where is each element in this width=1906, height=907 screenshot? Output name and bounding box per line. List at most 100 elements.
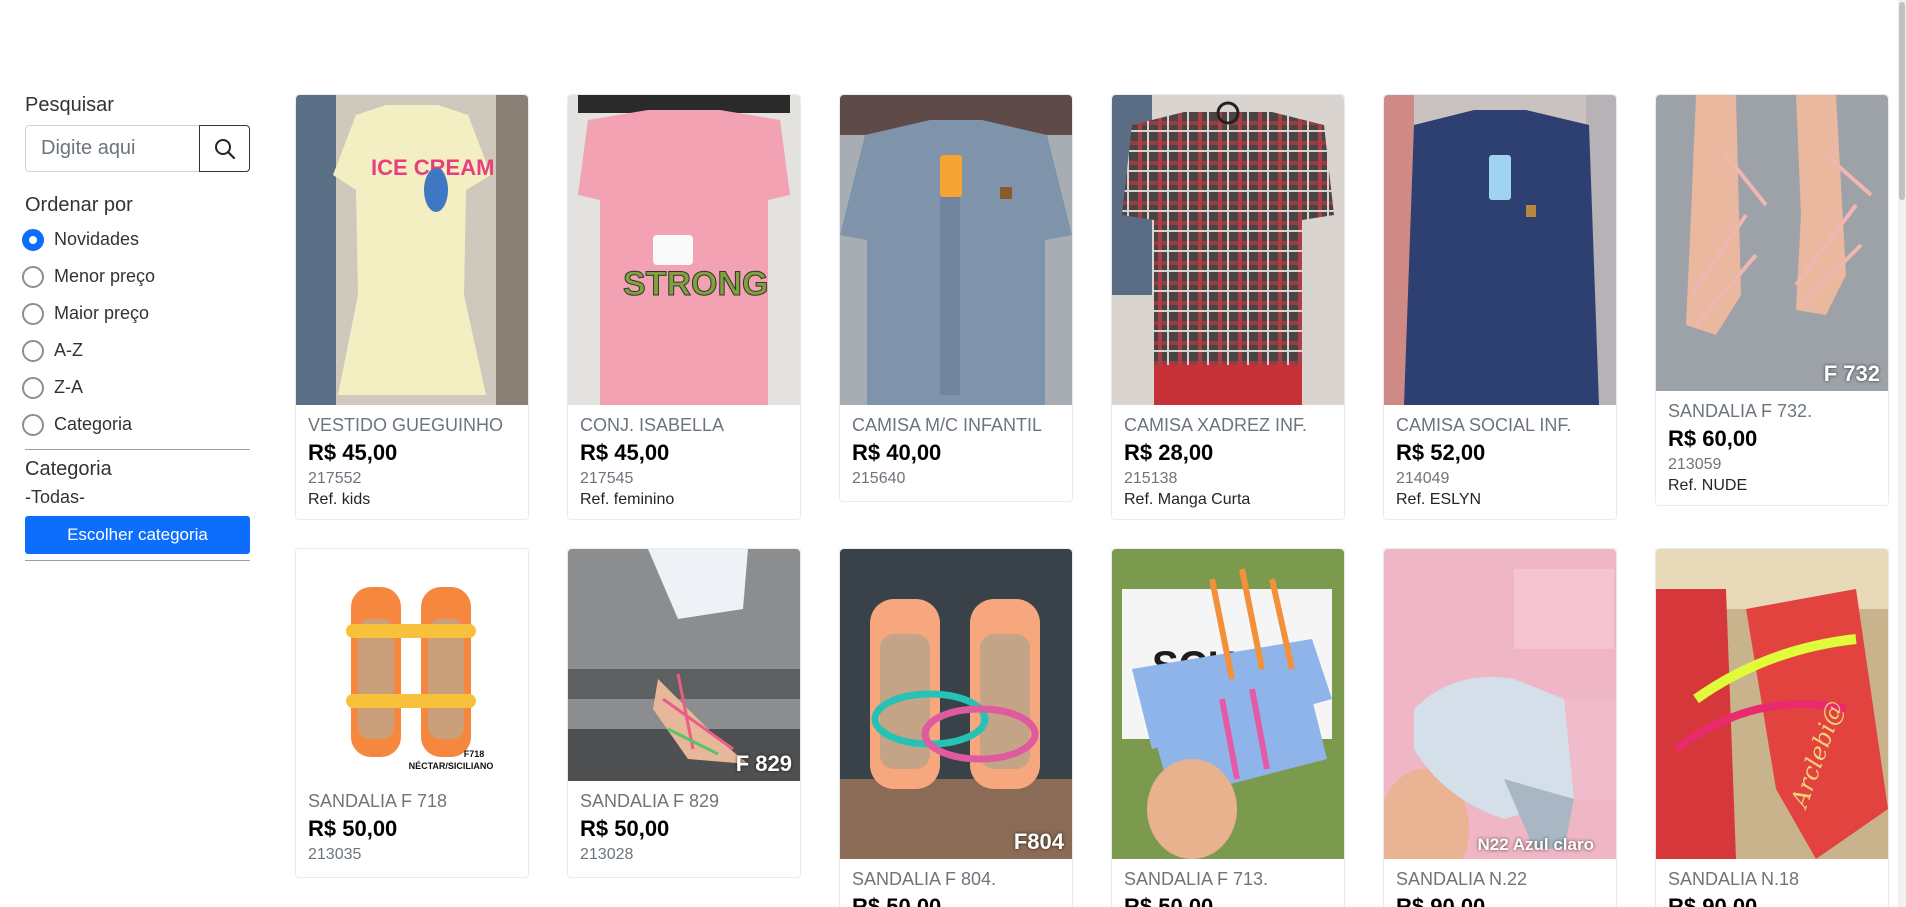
search-title: Pesquisar [25,94,114,116]
product-price: R$ 40,00 [852,440,942,465]
product-image[interactable]: F 732 [1656,95,1888,391]
product-image[interactable]: F718 NÉCTAR/SICILIANO [296,549,528,781]
sort-option-label: Menor preço [54,266,156,286]
search-bar [25,125,250,172]
product-card[interactable]: STRONG CONJ. ISABELLA R$ 45,00 217545 Re… [567,94,801,520]
sort-option-label: A-Z [54,340,83,360]
product-code: 214049 [1396,470,1450,487]
product-price: R$ 50,00 [1124,894,1214,907]
product-image[interactable]: F 829 [568,549,800,781]
product-name[interactable]: CAMISA SOCIAL INF. [1396,415,1604,436]
product-image-tag: F 732 [1823,361,1880,386]
product-image[interactable]: F804 [840,549,1072,859]
product-ref: Ref. ESLYN [1396,491,1482,508]
product-image[interactable]: N22 Azul claro [1384,549,1616,859]
product-card[interactable]: F 829 SANDALIA F 829 R$ 50,00 213028 [567,548,801,878]
product-price: R$ 52,00 [1396,440,1486,465]
search-input[interactable] [25,125,199,172]
filter-sidebar: Pesquisar Ordenar por Novidades Menor pr… [22,94,250,569]
strong-print: STRONG [623,265,768,303]
sort-option-novidades[interactable]: Novidades [22,221,250,258]
product-name[interactable]: SANDALIA N.18 [1668,869,1876,890]
product-image[interactable]: ICE CREAM [296,95,528,405]
product-card[interactable]: F 732 SANDALIA F 732. R$ 60,00 213059 Re… [1655,94,1889,506]
choose-category-button[interactable]: Escolher categoria [25,516,250,554]
divider [25,560,250,561]
product-code: 213035 [308,846,362,863]
product-name[interactable]: SANDALIA F 718 [308,791,516,812]
product-card[interactable]: CAMISA M/C INFANTIL R$ 40,00 215640 [839,94,1073,502]
product-price: R$ 50,00 [308,816,398,841]
product-ref: Ref. NUDE [1668,477,1748,494]
radio-icon[interactable] [22,339,44,362]
radio-icon[interactable] [22,413,44,436]
product-image[interactable] [1384,95,1616,405]
product-name[interactable]: CAMISA XADREZ INF. [1124,415,1332,436]
sort-option-categoria[interactable]: Categoria [22,406,250,443]
page-scrollbar[interactable] [1898,0,1906,907]
category-title: Categoria [25,458,112,480]
radio-icon[interactable] [22,265,44,288]
product-image[interactable] [840,95,1072,405]
product-price: R$ 45,00 [580,440,670,465]
product-card[interactable]: CAMISA XADREZ INF. R$ 28,00 215138 Ref. … [1111,94,1345,520]
product-image[interactable] [1112,95,1344,405]
product-ref: Ref. feminino [580,491,675,508]
product-name[interactable]: SANDALIA F 713. [1124,869,1332,890]
product-image[interactable]: Arclebi@ [1656,549,1888,859]
product-card[interactable]: Arclebi@ SANDALIA N.18 R$ 90,00 [1655,548,1889,907]
sort-option-label: Z-A [54,377,83,397]
sort-option-menor-preco[interactable]: Menor preço [22,258,250,295]
product-image-tag: F804 [1013,829,1064,854]
product-name[interactable]: SANDALIA N.22 [1396,869,1604,890]
product-price: R$ 50,00 [852,894,942,907]
search-icon [214,138,235,159]
product-price: R$ 28,00 [1124,440,1214,465]
product-image[interactable]: SCHUTZ [1112,549,1344,859]
search-button[interactable] [199,125,250,172]
product-image[interactable]: STRONG [568,95,800,405]
product-ref: Ref. kids [308,491,371,508]
product-name[interactable]: CONJ. ISABELLA [580,415,788,436]
product-price: R$ 50,00 [580,816,670,841]
product-code: 215138 [1124,470,1178,487]
product-image-label: F718 [464,749,485,759]
product-code: 213059 [1668,456,1722,473]
product-image-tag: F 829 [735,751,792,776]
sort-option-label: Maior preço [54,303,150,323]
product-price: R$ 90,00 [1668,894,1758,907]
product-card[interactable]: F718 NÉCTAR/SICILIANO SANDALIA F 718 R$ … [295,548,529,878]
product-card[interactable]: ICE CREAM VESTIDO GUEGUINHO R$ 45,00 217… [295,94,529,520]
product-card[interactable]: SCHUTZ SANDALIA F 713. R$ 50,00 [1111,548,1345,907]
sort-title: Ordenar por [25,194,133,216]
product-price: R$ 60,00 [1668,426,1758,451]
product-image-tag: N22 Azul claro [1477,835,1594,854]
category-value: -Todas- [25,487,86,507]
radio-icon[interactable] [22,302,44,325]
product-name[interactable]: VESTIDO GUEGUINHO [308,415,516,436]
product-code: 217552 [308,470,362,487]
product-name[interactable]: SANDALIA F 732. [1668,401,1876,422]
product-name[interactable]: SANDALIA F 804. [852,869,1060,890]
product-card[interactable]: CAMISA SOCIAL INF. R$ 52,00 214049 Ref. … [1383,94,1617,520]
scrollbar-thumb[interactable] [1899,2,1905,200]
product-name[interactable]: CAMISA M/C INFANTIL [852,415,1060,436]
sort-option-label: Categoria [54,414,133,434]
sort-option-maior-preco[interactable]: Maior preço [22,295,250,332]
product-code: 217545 [580,470,634,487]
sort-option-a-z[interactable]: A-Z [22,332,250,369]
divider [25,449,250,450]
product-image-label: NÉCTAR/SICILIANO [409,761,494,771]
product-ref: Ref. Manga Curta [1124,491,1251,508]
product-card[interactable]: N22 Azul claro SANDALIA N.22 R$ 90,00 [1383,548,1617,907]
product-code: 215640 [852,470,906,487]
product-name[interactable]: SANDALIA F 829 [580,791,788,812]
radio-icon[interactable] [22,376,44,399]
sort-option-z-a[interactable]: Z-A [22,369,250,406]
product-code: 213028 [580,846,634,863]
product-price: R$ 45,00 [308,440,398,465]
sort-option-label: Novidades [54,229,140,249]
product-price: R$ 90,00 [1396,894,1486,907]
product-card[interactable]: F804 SANDALIA F 804. R$ 50,00 [839,548,1073,907]
radio-checked-icon[interactable] [22,228,44,251]
